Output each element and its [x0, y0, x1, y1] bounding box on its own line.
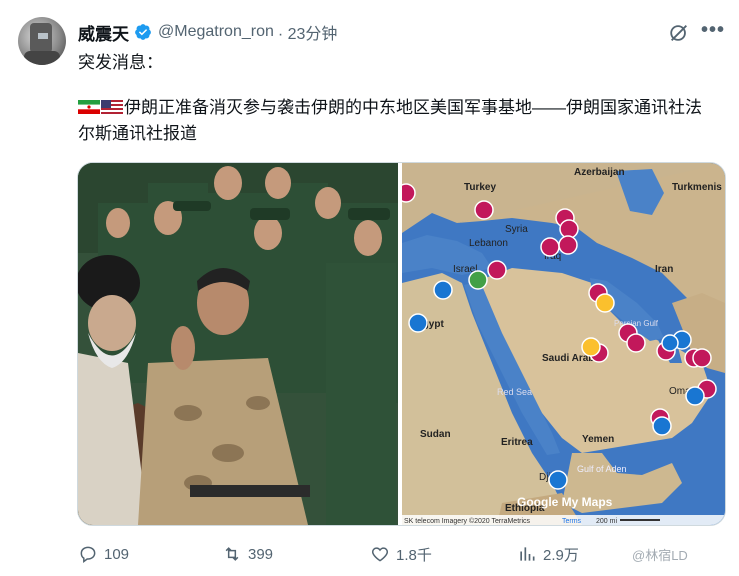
map-label-eritrea: Eritrea	[501, 437, 533, 448]
retweet-count: 399	[248, 545, 274, 563]
author-handle[interactable]: @Megatron_ron	[158, 23, 274, 41]
airbase-pin	[559, 219, 579, 239]
map-terms-link[interactable]: Terms	[562, 518, 582, 525]
usa-flag-icon	[101, 100, 123, 114]
author-name[interactable]: 威震天	[78, 20, 129, 45]
watermark: @林宿LD	[632, 548, 688, 563]
map-label-yemen: Yemen	[582, 434, 614, 445]
map-label-red-sea: Red Sea	[497, 387, 532, 397]
map-label-turkey: Turkey	[464, 182, 496, 193]
map-label-azerbaijan: Azerbaijan	[574, 167, 625, 178]
map-label-lebanon: Lebanon	[469, 238, 508, 249]
reply-button[interactable]: 109	[78, 541, 129, 567]
airbase-pin	[474, 200, 494, 220]
retweet-icon	[225, 547, 239, 561]
more-options-icon[interactable]: •••	[701, 20, 724, 41]
tweet-body: 伊朗正准备消灭参与袭击伊朗的中东地区美国军事基地——伊朗国家通讯社法尔斯通讯社报…	[78, 95, 718, 147]
map-label-iran: Iran	[655, 264, 673, 275]
military-photo[interactable]	[78, 163, 398, 525]
airbase-pin	[626, 333, 646, 353]
views-icon	[520, 547, 535, 561]
reply-count: 109	[104, 545, 130, 563]
retweet-button[interactable]: 399	[222, 541, 273, 567]
map-attribution: SK telecom Imagery ©2020 TerraMetrics	[404, 517, 531, 525]
views-button[interactable]: 2.9万	[517, 541, 579, 567]
map-label-turkmenis: Turkmenis	[672, 182, 722, 193]
map-panel[interactable]: Azerbaijan Turkmenis Turkey Syria Lebano…	[402, 163, 725, 525]
grok-icon[interactable]	[668, 22, 690, 44]
tweet-body-text: 伊朗正准备消灭参与袭击伊朗的中东地区美国军事基地——伊朗国家通讯社法尔斯通讯社报…	[78, 98, 702, 143]
action-bar: 109 399 1.8千 2.9万	[78, 541, 728, 567]
map-label-syria: Syria	[505, 224, 528, 235]
heart-icon	[371, 547, 389, 562]
verified-badge-icon	[135, 24, 151, 40]
media-grid[interactable]: Azerbaijan Turkmenis Turkey Syria Lebano…	[77, 162, 726, 526]
airbase-pin	[402, 183, 416, 203]
like-count: 1.8千	[396, 546, 432, 564]
reply-icon	[80, 546, 96, 563]
tweet-header: 威震天 @Megatron_ron · 23分钟	[78, 20, 337, 44]
map-logo: Google My Maps	[517, 495, 613, 509]
tweet-text-line1: 突发消息：	[78, 53, 163, 72]
like-button[interactable]: 1.8千	[370, 541, 432, 567]
views-count: 2.9万	[543, 546, 579, 564]
airbase-pin	[558, 235, 578, 255]
iran-flag-icon	[78, 100, 100, 114]
airbase-pin	[692, 348, 712, 368]
timestamp[interactable]: · 23分钟	[278, 20, 338, 44]
airbase-pin	[487, 260, 507, 280]
airbase-pin	[540, 237, 560, 257]
avatar[interactable]	[18, 17, 66, 65]
map-label-sudan: Sudan	[420, 429, 451, 440]
map-label-gulf-of-aden: Gulf of Aden	[577, 464, 627, 474]
map-scale: 200 mi	[596, 518, 617, 525]
truck-pin[interactable]	[468, 270, 488, 290]
